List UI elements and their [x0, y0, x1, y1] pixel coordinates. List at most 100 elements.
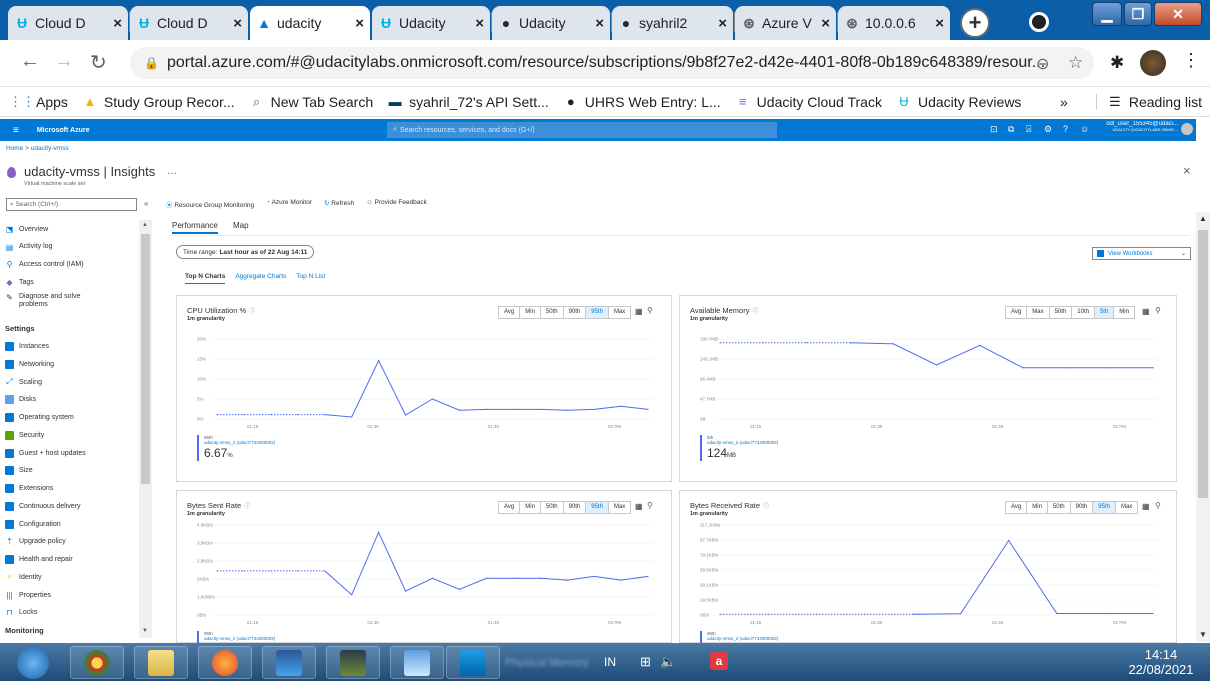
- taskbar-button[interactable]: [326, 646, 380, 679]
- menu-kebab-icon[interactable]: ⋮: [1182, 50, 1200, 71]
- azure-monitor-button[interactable]: ◔ Azure Monitor: [266, 199, 312, 209]
- account-avatar[interactable]: [1181, 123, 1193, 135]
- volume-icon[interactable]: 🔈: [660, 654, 676, 670]
- legend-series[interactable]: udacity-vmss_2 (udaci7734000002): [204, 636, 275, 641]
- network-icon[interactable]: ⊞: [640, 654, 651, 670]
- sidebar-item[interactable]: Configuration: [5, 517, 61, 532]
- chevron-up-icon[interactable]: ▲: [1199, 214, 1207, 223]
- resource-group-monitoring-button[interactable]: ⦿ Resource Group Monitoring: [166, 199, 254, 209]
- taskbar-button[interactable]: [262, 646, 316, 679]
- sidebar-item[interactable]: ⊓ Locks: [5, 605, 37, 620]
- tray-app-icon[interactable]: a: [710, 652, 728, 670]
- cloud-shell-icon[interactable]: ⊡: [990, 124, 998, 135]
- close-tab-icon[interactable]: ×: [475, 15, 484, 32]
- browser-tab[interactable]: Ʉ Udacity ×: [372, 6, 490, 40]
- notifications-bell-icon[interactable]: ⍓: [1026, 124, 1031, 135]
- url-text[interactable]: portal.azure.com/#@udacitylabs.onmicroso…: [167, 54, 1045, 72]
- extensions-puzzle-icon[interactable]: ✱: [1110, 53, 1124, 73]
- close-blade-icon[interactable]: ×: [1183, 163, 1191, 178]
- sidebar-item[interactable]: Instances: [5, 339, 49, 354]
- close-tab-icon[interactable]: ×: [233, 15, 242, 32]
- subtab-aggregate-charts[interactable]: Aggregate Charts: [235, 273, 286, 284]
- breadcrumb-item[interactable]: udacity-vmss: [31, 145, 69, 152]
- sidebar-item[interactable]: ||| Properties: [5, 588, 51, 603]
- sidebar-item[interactable]: ◆ Tags: [5, 275, 33, 290]
- sidebar-item[interactable]: Disks: [5, 392, 36, 407]
- subtab-top-n-charts[interactable]: Top N Charts: [185, 273, 226, 284]
- legend-series[interactable]: udacity-vmss_2 (udaci7734000002): [204, 440, 275, 445]
- browser-tab[interactable]: Ʉ Cloud D ×: [130, 6, 248, 40]
- chevron-down-icon[interactable]: ▼: [142, 628, 148, 634]
- sidebar-item[interactable]: Continuous delivery: [5, 499, 80, 514]
- sidebar-item[interactable]: ✎ Diagnose and solve problems: [5, 293, 80, 315]
- settings-gear-icon[interactable]: ⚙: [1044, 124, 1052, 135]
- sidebar-item[interactable]: Size: [5, 463, 33, 478]
- more-options-icon[interactable]: ···: [167, 168, 177, 179]
- taskbar-button[interactable]: [198, 646, 252, 679]
- taskbar-button[interactable]: [6, 646, 60, 679]
- azure-brand[interactable]: Microsoft Azure: [37, 127, 90, 134]
- minimize-button[interactable]: ▁: [1092, 2, 1122, 26]
- close-tab-icon[interactable]: ×: [821, 15, 830, 32]
- feedback-button[interactable]: ☺ Provide Feedback: [366, 199, 427, 209]
- bookmark-item[interactable]: ⋮⋮ Apps: [9, 94, 68, 110]
- bookmark-item[interactable]: ⌕ New Tab Search: [249, 94, 373, 110]
- series-line[interactable]: [849, 342, 1153, 369]
- view-workbooks-dropdown[interactable]: View Workbooks ⌄: [1092, 247, 1191, 260]
- series-line[interactable]: [324, 531, 649, 596]
- profile-button[interactable]: [1029, 12, 1049, 32]
- avatar[interactable]: [1140, 50, 1166, 76]
- page-scroll-thumb[interactable]: [1198, 230, 1208, 498]
- reading-list-button[interactable]: ☰ Reading list: [1095, 93, 1202, 110]
- directory-filter-icon[interactable]: ⧉: [1008, 124, 1014, 135]
- sidebar-item[interactable]: ⤢ Scaling: [5, 375, 42, 390]
- close-tab-icon[interactable]: ×: [113, 15, 122, 32]
- feedback-icon[interactable]: ☺: [1080, 124, 1089, 134]
- close-tab-icon[interactable]: ×: [935, 15, 944, 32]
- page-scrollbar[interactable]: ▲ ▼: [1196, 212, 1210, 642]
- back-arrow-icon[interactable]: ←: [20, 50, 40, 73]
- close-window-button[interactable]: ✕: [1154, 2, 1202, 26]
- sidebar-item[interactable]: Extensions: [5, 481, 53, 496]
- close-tab-icon[interactable]: ×: [595, 15, 604, 32]
- tab-performance[interactable]: Performance: [172, 221, 218, 234]
- language-indicator[interactable]: IN: [604, 655, 616, 669]
- sidebar-item[interactable]: ᵃ Identity: [5, 570, 42, 585]
- chevron-down-icon[interactable]: ▼: [1199, 630, 1207, 639]
- bookmarks-overflow-button[interactable]: »: [1060, 94, 1068, 110]
- bookmark-item[interactable]: ≡ Udacity Cloud Track: [735, 94, 882, 110]
- account-info[interactable]: odl_user_155345@udaci... UDACITY (UDACIT…: [1100, 121, 1178, 132]
- bookmark-item[interactable]: ● UHRS Web Entry: L...: [563, 94, 721, 110]
- browser-tab[interactable]: ● Udacity ×: [492, 6, 610, 40]
- sidebar-item[interactable]: ⬔ Overview: [5, 222, 48, 237]
- maximize-button[interactable]: ❐: [1124, 2, 1152, 26]
- sidebar-item[interactable]: Networking: [5, 357, 54, 372]
- taskbar-button[interactable]: [446, 646, 500, 679]
- new-tab-button[interactable]: +: [960, 8, 990, 38]
- bookmark-item[interactable]: ▲ Study Group Recor...: [82, 94, 234, 110]
- series-line[interactable]: [324, 359, 649, 418]
- sidebar-item[interactable]: Operating system: [5, 410, 74, 425]
- legend-series[interactable]: udacity-vmss_2 (udaci7734000002): [707, 636, 778, 641]
- browser-tab[interactable]: ⊛ Azure V ×: [735, 6, 836, 40]
- chevron-up-icon[interactable]: ▲: [142, 222, 148, 228]
- series-line[interactable]: [912, 539, 1153, 615]
- taskbar-button[interactable]: [390, 646, 444, 679]
- bookmark-item[interactable]: ▬ syahril_72's API Sett...: [387, 94, 549, 110]
- clock[interactable]: 14:14 22/08/2021: [1124, 647, 1198, 677]
- tab-map[interactable]: Map: [233, 221, 249, 230]
- sidebar-item[interactable]: Health and repair: [5, 552, 73, 567]
- hamburger-icon[interactable]: ≡: [13, 125, 19, 136]
- taskbar-button[interactable]: [134, 646, 188, 679]
- time-range-pill[interactable]: Time range: Last hour as of 22 Aug 14:11: [176, 245, 315, 259]
- sidebar-scrollbar[interactable]: ▲ ▼: [139, 220, 152, 638]
- browser-tab[interactable]: ⊛ 10.0.0.6 ×: [838, 6, 950, 40]
- breadcrumb-home[interactable]: Home: [6, 145, 23, 152]
- sidebar-item[interactable]: ▤ Activity log: [5, 240, 53, 255]
- bookmark-item[interactable]: Ʉ Udacity Reviews: [896, 94, 1021, 110]
- close-tab-icon[interactable]: ×: [718, 15, 727, 32]
- zoom-icon[interactable]: ⊖: [1036, 54, 1049, 74]
- legend-series[interactable]: udacity-vmss_2 (udaci7734000002): [707, 440, 778, 445]
- close-tab-icon[interactable]: ×: [355, 15, 364, 32]
- browser-tab[interactable]: ▲ udacity ×: [250, 6, 370, 40]
